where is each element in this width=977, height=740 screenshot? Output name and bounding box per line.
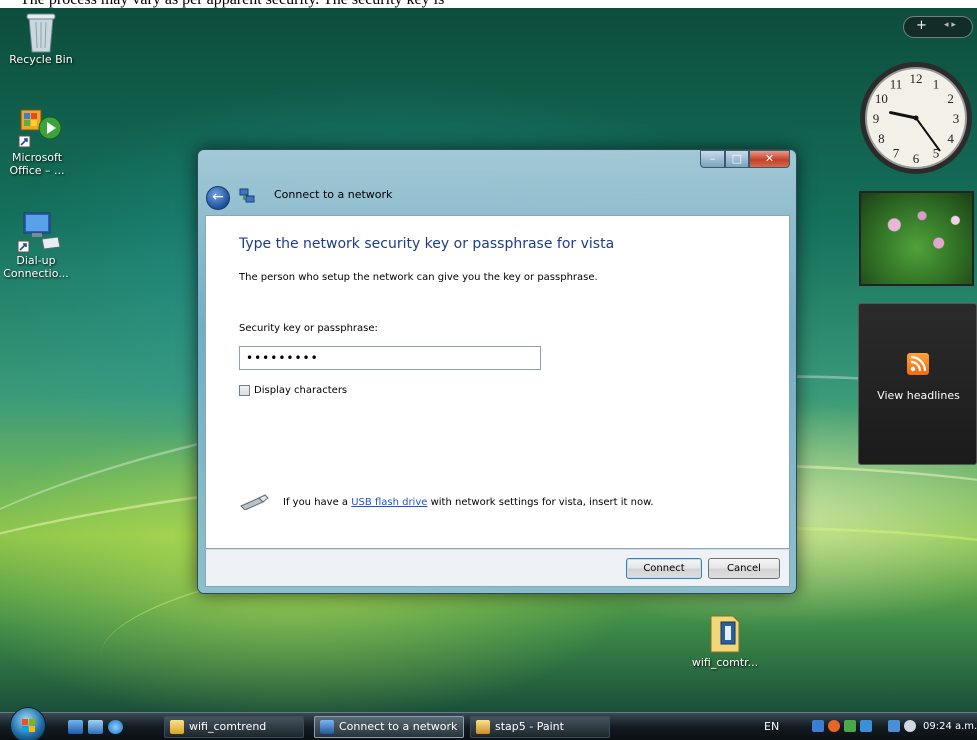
internet-explorer-icon[interactable] bbox=[108, 720, 123, 734]
network-icon bbox=[320, 720, 334, 734]
dialog-content: Type the network security key or passphr… bbox=[205, 215, 790, 549]
show-desktop-icon[interactable] bbox=[68, 720, 83, 734]
paint-icon bbox=[476, 720, 490, 734]
network-wizard-icon bbox=[238, 187, 256, 205]
connect-button[interactable]: Connect bbox=[626, 558, 702, 579]
cancel-button[interactable]: Cancel bbox=[708, 558, 780, 579]
rss-icon bbox=[907, 353, 929, 375]
start-button[interactable] bbox=[10, 707, 46, 740]
windows-logo-icon bbox=[22, 719, 35, 732]
zip-folder-icon bbox=[705, 612, 745, 654]
system-tray: EN 09:24 a.m. bbox=[760, 713, 977, 740]
desktop-icon-dial-up[interactable]: Dial-up Connectio... bbox=[1, 211, 71, 280]
language-indicator[interactable]: EN bbox=[764, 720, 779, 733]
desktop-icon-microsoft-office[interactable]: Microsoft Office – ... bbox=[2, 108, 72, 177]
usb-hint-text-after: with network settings for vista, insert … bbox=[427, 496, 654, 508]
window-title: Connect to a network bbox=[274, 188, 393, 201]
slideshow-gadget-photo[interactable] bbox=[859, 191, 974, 286]
usb-hint: If you have a USB flash drive with netwo… bbox=[239, 494, 654, 511]
security-key-label: Security key or passphrase: bbox=[239, 323, 378, 334]
back-button[interactable]: ← bbox=[206, 186, 230, 210]
dial-up-connection-icon bbox=[16, 211, 61, 253]
clock-gadget[interactable]: 12 1 2 3 4 5 6 7 8 9 10 11 bbox=[857, 56, 975, 182]
desktop-icon-recycle-bin[interactable]: Recycle Bin bbox=[6, 10, 76, 66]
usb-drive-icon bbox=[239, 494, 269, 511]
cropped-document-strip: The process may vary as per apparent sec… bbox=[0, 0, 977, 8]
clock-numeral: 4 bbox=[947, 131, 954, 146]
clock-numeral: 7 bbox=[893, 146, 900, 161]
add-gadget-button[interactable]: + bbox=[916, 18, 927, 33]
dialog-button-bar: Connect Cancel bbox=[205, 549, 790, 587]
sidebar-gadget-controls[interactable]: + ◂ ▸ bbox=[903, 16, 973, 38]
network-status-icon[interactable] bbox=[812, 720, 824, 732]
taskbar-item-wifi-comtrend[interactable]: wifi_comtrend bbox=[164, 716, 304, 738]
connect-to-network-window: – □ ✕ ← Connect to a network Type the ne… bbox=[197, 149, 797, 594]
clock-numeral: 9 bbox=[873, 111, 880, 126]
desktop: Recycle Bin Microsoft Office – ... Dial-… bbox=[0, 8, 977, 712]
window-caption-buttons: – □ ✕ bbox=[700, 150, 790, 168]
recycle-bin-icon bbox=[21, 10, 61, 53]
desktop-icon-label: Microsoft Office – ... bbox=[9, 151, 65, 177]
view-headlines-link[interactable]: View headlines bbox=[859, 389, 977, 402]
usb-flash-drive-link[interactable]: USB flash drive bbox=[351, 497, 427, 508]
desktop-icon-label: Dial-up Connectio... bbox=[3, 254, 69, 280]
folder-icon bbox=[170, 720, 184, 734]
taskbar-item-label: Connect to a network bbox=[339, 720, 458, 733]
gadget-nav-arrows[interactable]: ◂ ▸ bbox=[944, 20, 956, 30]
security-alert-icon[interactable] bbox=[828, 720, 840, 732]
clock-numeral: 6 bbox=[913, 151, 920, 166]
instruction-text: The person who setup the network can giv… bbox=[239, 272, 598, 283]
taskbar: wifi_comtrend Connect to a network stap5… bbox=[0, 707, 977, 740]
taskbar-item-paint[interactable]: stap5 - Paint bbox=[470, 716, 610, 738]
cropped-document-text: The process may vary as per apparent sec… bbox=[20, 0, 444, 8]
wireless-icon[interactable] bbox=[844, 720, 856, 732]
taskbar-item-label: stap5 - Paint bbox=[495, 720, 564, 733]
clock-numeral: 10 bbox=[875, 91, 888, 106]
close-button[interactable]: ✕ bbox=[748, 150, 790, 168]
maximize-button[interactable]: □ bbox=[724, 150, 749, 168]
clock-numeral: 2 bbox=[947, 91, 954, 106]
clock-numeral: 1 bbox=[933, 76, 940, 91]
display-characters-option[interactable]: Display characters bbox=[239, 385, 347, 396]
feed-headlines-gadget[interactable]: View headlines bbox=[858, 303, 977, 465]
switch-windows-icon[interactable] bbox=[88, 720, 103, 734]
display-characters-label[interactable]: Display characters bbox=[254, 385, 347, 396]
volume-icon[interactable] bbox=[904, 720, 916, 732]
microsoft-office-icon bbox=[17, 108, 62, 148]
clock-face: 12 1234567891011 bbox=[860, 62, 972, 174]
taskbar-item-connect-to-network[interactable]: Connect to a network bbox=[314, 716, 464, 738]
connection-icon[interactable] bbox=[888, 720, 900, 732]
security-key-input[interactable] bbox=[239, 346, 541, 370]
usb-hint-text-before: If you have a bbox=[283, 496, 352, 508]
desktop-icon-wifi-comtrend-folder[interactable]: wifi_comtr... bbox=[685, 612, 765, 669]
desktop-icon-label: Recycle Bin bbox=[9, 53, 73, 66]
clock-numeral: 11 bbox=[890, 76, 903, 91]
minimize-button[interactable]: – bbox=[700, 150, 725, 168]
clock-numeral: 12 bbox=[910, 71, 923, 86]
page-heading: Type the network security key or passphr… bbox=[239, 236, 615, 252]
clock-numeral: 3 bbox=[953, 111, 960, 126]
display-characters-checkbox[interactable] bbox=[239, 385, 250, 396]
desktop-icon-label: wifi_comtr... bbox=[691, 656, 759, 669]
taskbar-item-label: wifi_comtrend bbox=[189, 720, 267, 733]
clock-numeral: 8 bbox=[878, 131, 885, 146]
sync-icon[interactable] bbox=[860, 720, 872, 732]
taskbar-clock[interactable]: 09:24 a.m. bbox=[923, 721, 977, 732]
